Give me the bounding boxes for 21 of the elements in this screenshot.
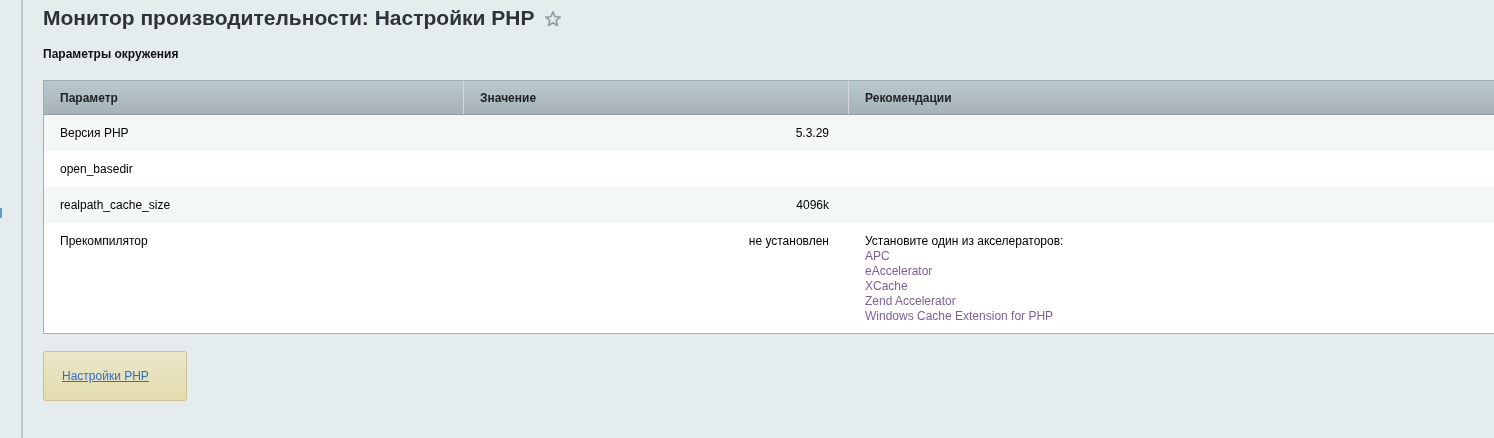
page-title: Монитор производительности: Настройки PHP <box>43 6 535 30</box>
accelerator-link[interactable]: XCache <box>865 279 908 293</box>
parameter-cell: Прекомпилятор <box>60 234 148 248</box>
parameter-cell: realpath_cache_size <box>60 198 171 212</box>
accelerator-link[interactable]: Windows Cache Extension for PHP <box>865 309 1054 323</box>
value-cell: не установлен <box>748 234 829 248</box>
column-header: Рекомендации <box>864 89 953 107</box>
column-header: Значение <box>464 81 849 114</box>
column-header: Параметр <box>44 81 464 114</box>
value-cell: 5.3.29 <box>795 126 829 140</box>
parameter-cell: Версия PHP <box>60 126 129 140</box>
php-settings-button[interactable]: Настройки PHP <box>43 351 187 401</box>
accelerator-link[interactable]: eAccelerator <box>865 264 933 278</box>
accelerator-link[interactable]: APC <box>865 249 890 263</box>
value-cell: 4096k <box>796 198 829 212</box>
parameter-cell: open_basedir <box>60 162 133 176</box>
star-icon[interactable] <box>544 10 563 28</box>
sidebar-marker <box>0 208 2 218</box>
recommendation-text: Установите один из акселераторов: <box>865 234 1065 249</box>
accelerator-link[interactable]: Zend Accelerator <box>865 294 956 308</box>
section-title: Параметры окружения <box>43 47 180 63</box>
